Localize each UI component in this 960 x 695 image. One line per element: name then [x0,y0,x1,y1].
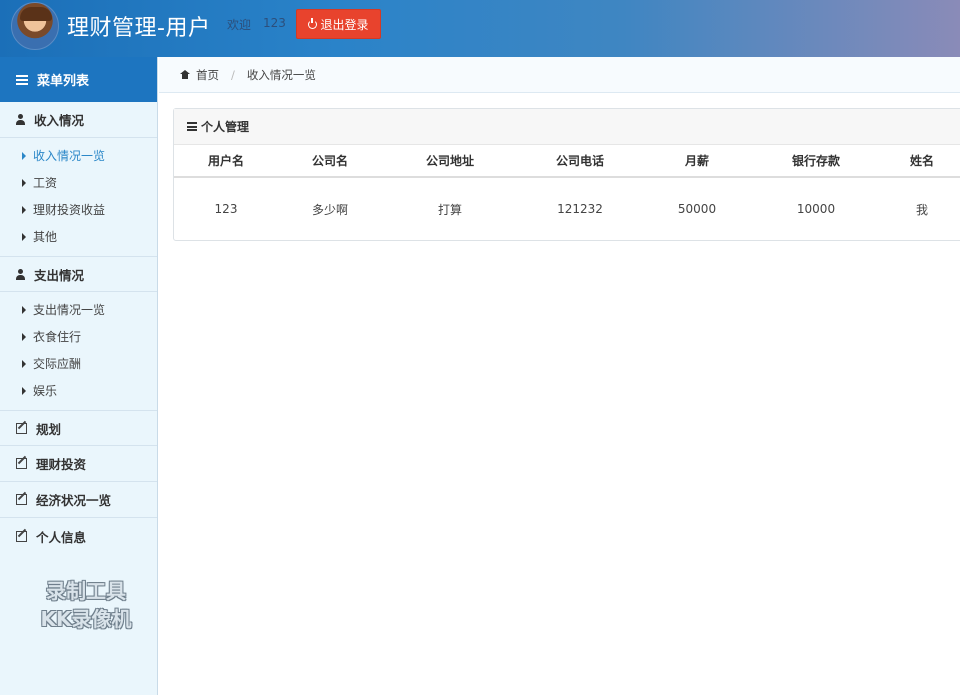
watermark-line: 录制工具 [46,579,126,603]
caret-right-icon [22,386,26,395]
sidebar-item-label: 交际应酬 [33,357,82,371]
column-header: 用户名 [174,145,278,178]
sidebar-item-label: 衣食住行 [33,330,82,344]
sidebar-item-daily-living[interactable]: 衣食住行 [0,323,157,350]
personal-management-panel: 个人管理 用户名 公司名 公司地址 公司电话 月薪 银行存款 姓名 123 多少… [173,108,960,241]
table-cell: 121232 [557,202,603,216]
sidebar-section-investment[interactable]: 理财投资 [0,446,157,482]
table-cell: 123 [214,202,238,216]
logout-button[interactable]: 退出登录 [296,9,381,39]
expense-submenu: 支出情况一览 衣食住行 交际应酬 娱乐 [0,292,157,410]
recorder-watermark: 录制工具 KK录像机 [22,577,150,633]
column-header: 公司地址 [382,145,518,178]
watermark-line: KK录像机 [40,607,132,631]
user-icon [16,268,25,280]
table-cell: 10000 [796,202,836,216]
sidebar-item-label: 娱乐 [33,384,58,398]
column-header: 姓名 [880,145,960,178]
breadcrumb-separator: / [231,67,235,82]
table-cell: 50000 [677,202,717,216]
sidebar: 菜单列表 收入情况 收入情况一览 工资 理财投资收益 其他 支出情况 支出情况一… [0,57,158,695]
table-cell: 打算 [437,202,462,217]
column-header: 月薪 [642,145,752,178]
edit-icon [16,422,27,434]
sidebar-item-other[interactable]: 其他 [0,223,157,250]
caret-right-icon [22,305,26,314]
income-submenu: 收入情况一览 工资 理财投资收益 其他 [0,138,157,256]
edit-icon [16,530,27,542]
sidebar-section-economic-overview[interactable]: 经济状况一览 [0,482,157,518]
welcome-text: 欢迎 [227,18,252,32]
sidebar-item-label: 支出情况一览 [33,303,106,317]
sidebar-item-socializing[interactable]: 交际应酬 [0,350,157,377]
section-label: 规划 [36,421,62,437]
menu-title: 菜单列表 [37,74,90,89]
user-icon [16,114,25,125]
caret-right-icon [22,332,26,341]
caret-right-icon [22,232,26,241]
username-text: 123 [263,16,286,30]
power-icon [308,17,318,29]
section-label: 经济状况一览 [36,493,112,508]
sidebar-section-planning[interactable]: 规划 [0,410,157,446]
table-header-row: 用户名 公司名 公司地址 公司电话 月薪 银行存款 姓名 [174,145,960,178]
logout-label: 退出登录 [320,17,369,32]
edit-icon [16,494,27,505]
sidebar-item-expense-overview[interactable]: 支出情况一览 [0,296,157,323]
table-cell: 我 [915,202,928,217]
section-label: 个人信息 [36,529,87,545]
app-title: 理财管理-用户 [67,16,211,41]
table-row: 123 多少啊 打算 121232 50000 10000 我 [174,177,960,240]
caret-right-icon [22,178,26,187]
income-table: 用户名 公司名 公司地址 公司电话 月薪 银行存款 姓名 123 多少啊 打算 … [174,145,960,240]
edit-icon [16,458,27,469]
avatar [11,2,59,50]
sidebar-section-income[interactable]: 收入情况 [0,102,157,138]
sidebar-item-label: 收入情况一览 [33,149,106,163]
column-header: 公司电话 [518,145,642,178]
caret-right-icon [22,151,26,160]
sidebar-item-salary[interactable]: 工资 [0,169,157,196]
caret-right-icon [22,359,26,368]
panel-title: 个人管理 [201,120,250,134]
section-label: 理财投资 [36,457,87,472]
column-header: 银行存款 [752,145,880,178]
panel-header: 个人管理 [174,109,960,145]
table-cell: 多少啊 [311,202,348,217]
menu-header: 菜单列表 [0,57,157,102]
section-label: 支出情况 [34,267,85,283]
sidebar-item-label: 工资 [33,176,58,190]
section-label: 收入情况 [34,113,85,128]
sidebar-item-entertainment[interactable]: 娱乐 [0,377,157,404]
sidebar-section-personal-info[interactable]: 个人信息 [0,518,157,554]
column-header: 公司名 [278,145,382,178]
breadcrumb-current: 收入情况一览 [246,67,316,82]
breadcrumb: 首页 / 收入情况一览 [159,57,960,93]
sidebar-item-income-overview[interactable]: 收入情况一览 [0,142,157,169]
top-header: 理财管理-用户 欢迎 123 退出登录 [0,0,960,57]
home-icon [180,70,190,79]
sidebar-item-investment-income[interactable]: 理财投资收益 [0,196,157,223]
sidebar-item-label: 理财投资收益 [33,203,106,217]
bars-icon [187,122,197,131]
list-icon [16,74,28,85]
breadcrumb-home[interactable]: 首页 [196,67,219,83]
caret-right-icon [22,205,26,214]
sidebar-item-label: 其他 [33,230,58,244]
sidebar-section-expense[interactable]: 支出情况 [0,256,157,292]
